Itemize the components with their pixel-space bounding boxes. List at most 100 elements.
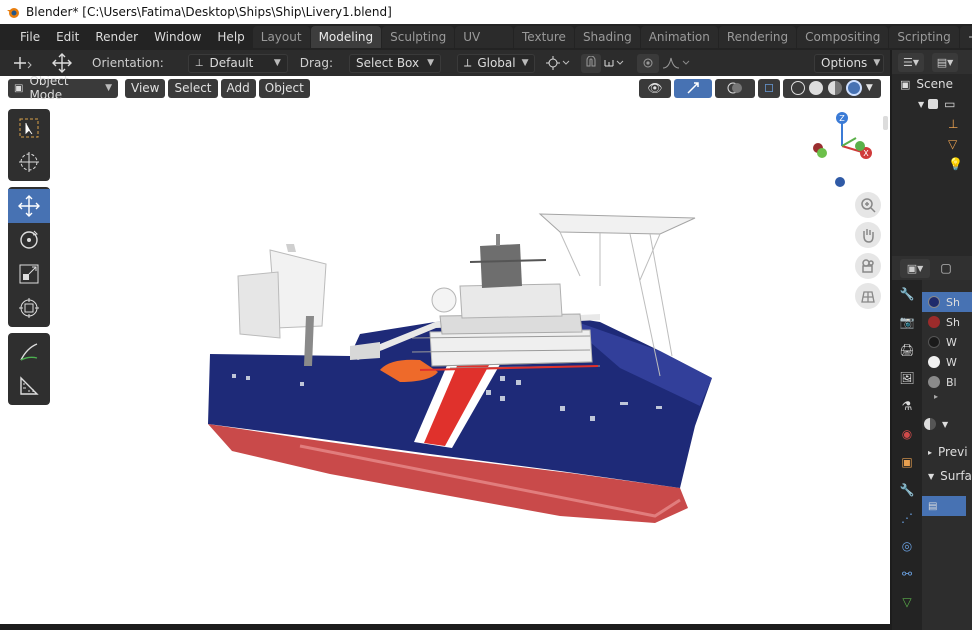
tab-modeling[interactable]: Modeling (310, 26, 382, 48)
rendered-shading-icon[interactable] (845, 80, 862, 96)
viewport-scrollbar[interactable] (883, 116, 888, 130)
tab-compositing[interactable]: Compositing (797, 26, 889, 48)
particles-properties-icon[interactable]: ⋰ (892, 504, 922, 532)
scene-properties-icon[interactable]: ⚗ (892, 392, 922, 420)
outliner-display-mode-icon[interactable]: ▤ ▼ (932, 52, 958, 72)
zoom-button[interactable] (855, 192, 881, 218)
chevron-down-icon[interactable]: ▼ (866, 83, 873, 93)
camera-view-button[interactable] (855, 253, 881, 279)
orientation-axes-icon: ⊥ (194, 57, 204, 69)
add-workspace-button[interactable]: + (959, 26, 972, 48)
move-arrows-icon[interactable] (48, 53, 76, 73)
material-slot[interactable]: W (922, 352, 972, 372)
object-mode-icon: ▣ (14, 82, 24, 94)
cursor-tool-icon[interactable] (8, 145, 50, 179)
object-properties-icon[interactable]: ▣ (892, 448, 922, 476)
rotate-tool-icon[interactable] (8, 223, 50, 257)
surface-node-field[interactable]: ▤ (922, 496, 966, 516)
modifier-properties-icon[interactable]: 🔧 (892, 476, 922, 504)
light-object-icon: 💡 (948, 157, 963, 171)
checkbox-icon[interactable] (928, 99, 939, 109)
outliner-row-camera[interactable]: ▽ (892, 134, 972, 154)
section-preview[interactable]: ▸ Previ (922, 440, 972, 464)
tab-shading[interactable]: Shading (574, 26, 640, 48)
pan-button[interactable] (855, 222, 881, 248)
material-slot[interactable]: Sh (922, 292, 972, 312)
snap-increment-icon[interactable] (601, 54, 627, 73)
move-tool-icon[interactable] (8, 189, 50, 223)
tab-texture-paint[interactable]: Texture Paint (514, 26, 574, 66)
menu-help[interactable]: Help (209, 26, 252, 48)
menu-edit[interactable]: Edit (48, 26, 87, 48)
orientation-dropdown[interactable]: ⊥ Default ▼ (187, 53, 288, 73)
tab-sculpting[interactable]: Sculpting (382, 26, 455, 48)
chevron-down-icon: ▼ (521, 58, 529, 68)
tab-animation[interactable]: Animation (640, 26, 718, 48)
transform-tool-icon[interactable] (8, 54, 38, 73)
menu-add[interactable]: Add (220, 78, 256, 98)
tab-layout[interactable]: Layout (252, 26, 310, 48)
visibility-eye-icon[interactable]: 👁 (639, 78, 671, 98)
ortho-toggle-button[interactable] (855, 283, 881, 309)
data-properties-icon[interactable]: ▽ (892, 588, 922, 616)
tab-scripting[interactable]: Scripting (889, 26, 959, 48)
pin-icon[interactable]: ▢ (936, 259, 956, 278)
camera-icon (862, 259, 874, 273)
view-layer-properties-icon[interactable]: 🖼 (892, 364, 922, 392)
hull-bottom (208, 424, 688, 523)
section-surface[interactable]: ▼ Surfa (922, 464, 972, 488)
material-slot[interactable]: W (922, 332, 972, 352)
material-slot[interactable]: Sh (922, 312, 972, 332)
drag-dropdown[interactable]: Select Box ▼ (348, 53, 441, 73)
gizmo-toggle-icon[interactable] (674, 78, 712, 98)
measure-tool-icon[interactable] (8, 369, 50, 403)
world-properties-icon[interactable]: ◉ (892, 420, 922, 448)
pivot-point-icon[interactable] (543, 54, 573, 73)
tab-rendering[interactable]: Rendering (718, 26, 797, 48)
menu-window[interactable]: Window (146, 26, 209, 48)
xray-toggle-icon[interactable] (758, 78, 780, 98)
material-browse-dropdown[interactable]: ▼ (922, 414, 972, 434)
output-properties-icon[interactable]: 🖨 (892, 336, 922, 364)
material-shading-icon[interactable] (827, 81, 842, 95)
material-ball-icon (928, 336, 940, 348)
menu-select[interactable]: Select (168, 78, 218, 98)
transform-tool-icon[interactable] (8, 291, 50, 325)
material-slot[interactable]: Bl (922, 372, 972, 392)
options-dropdown[interactable]: Options ▼ (814, 53, 884, 73)
outliner-row-collection[interactable]: ▼ ▭ (892, 94, 972, 114)
annotate-tool-icon[interactable] (8, 335, 50, 369)
outliner-row-object[interactable]: ⊥ (892, 114, 972, 134)
shading-modes-group[interactable]: ▼ (783, 78, 881, 98)
render-properties-icon[interactable]: 📷 (892, 308, 922, 336)
outliner-editor-type-icon[interactable]: ☰ ▼ (898, 52, 924, 72)
3d-viewport[interactable]: ▣ Object Mode ▼ View Select Add Object 👁 (0, 76, 890, 624)
menu-file[interactable]: File (12, 26, 48, 48)
transform-orientation-dropdown[interactable]: ⟂ Global ▼ (456, 53, 535, 73)
properties-editor-type-icon[interactable]: ▣ ▼ (900, 258, 930, 278)
physics-properties-icon[interactable]: ◎ (892, 532, 922, 560)
tool-properties-icon[interactable]: 🔧 (892, 280, 922, 308)
material-ball-icon (928, 356, 940, 368)
helideck (538, 213, 696, 235)
navigation-gizmo[interactable]: Z X (810, 110, 882, 190)
snap-icon[interactable] (580, 53, 601, 73)
outliner-row-scene[interactable]: ▣ Scene (892, 74, 972, 94)
solid-shading-icon[interactable] (809, 81, 824, 95)
mode-dropdown[interactable]: ▣ Object Mode ▼ (8, 76, 118, 102)
ship-model[interactable] (0, 76, 890, 624)
proportional-edit-icon[interactable] (636, 53, 659, 73)
tab-uv-editing[interactable]: UV Editing (455, 26, 513, 66)
scale-tool-icon[interactable] (8, 257, 50, 291)
falloff-curve-icon[interactable] (659, 54, 693, 73)
overlays-icon[interactable] (715, 78, 755, 98)
menu-object[interactable]: Object (258, 78, 310, 98)
wireframe-shading-icon[interactable] (791, 81, 806, 95)
outliner-row-light[interactable]: 💡 (892, 154, 972, 174)
menu-render[interactable]: Render (87, 26, 146, 48)
section-preview-label: Previ (938, 445, 968, 459)
menu-view[interactable]: View (125, 78, 166, 98)
constraints-properties-icon[interactable]: ⚯ (892, 560, 922, 588)
section-surface-label: Surfa (940, 469, 972, 483)
select-box-tool-icon[interactable] (8, 111, 50, 145)
